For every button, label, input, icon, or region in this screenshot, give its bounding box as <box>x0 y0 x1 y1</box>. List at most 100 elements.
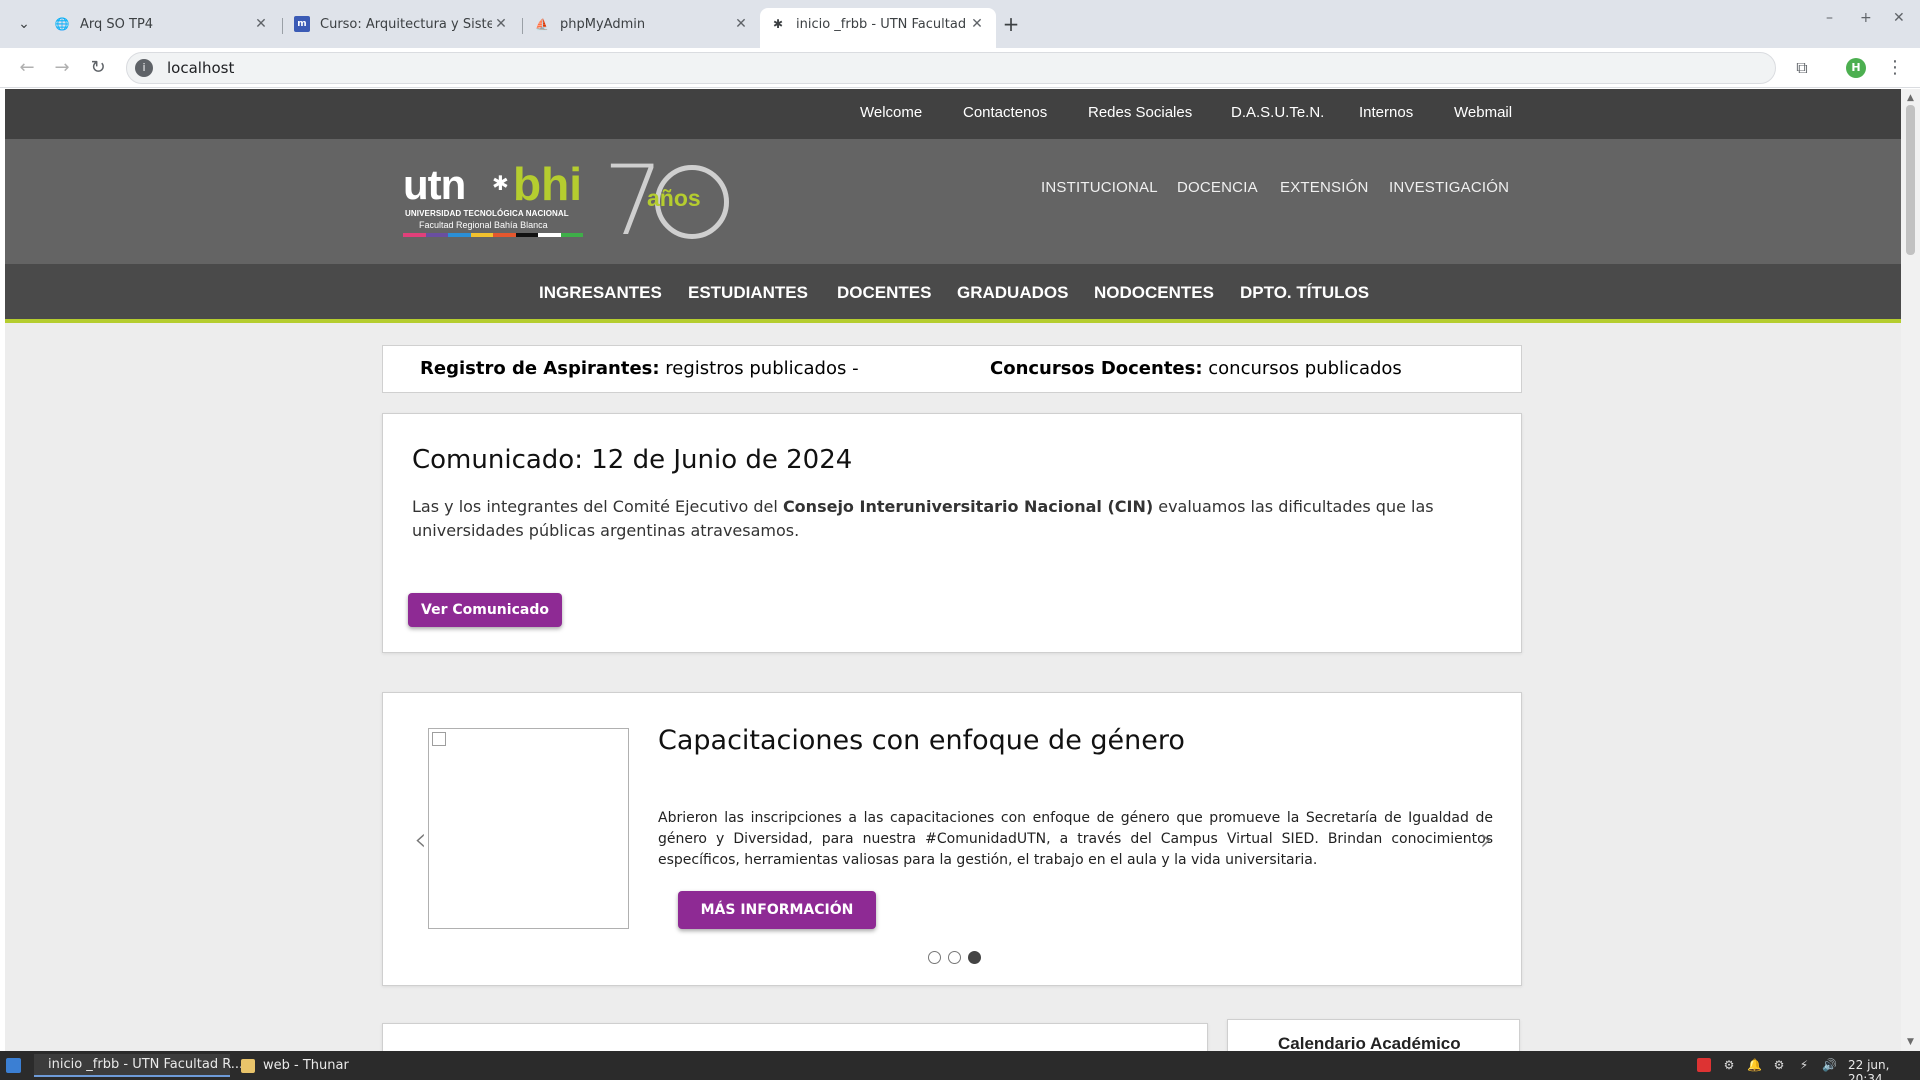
nav-graduados[interactable]: GRADUADOS <box>957 283 1068 303</box>
carousel-dot-1[interactable] <box>928 951 941 964</box>
close-icon[interactable]: ✕ <box>968 16 986 32</box>
close-window-icon[interactable]: ✕ <box>1893 10 1905 26</box>
nav-estudiantes[interactable]: ESTUDIANTES <box>688 283 808 303</box>
nav-redes-sociales[interactable]: Redes Sociales <box>1088 104 1192 121</box>
content-card <box>382 1023 1208 1051</box>
power-icon[interactable]: ⚡ <box>1797 1058 1811 1072</box>
site-header: utn ✱ bhi UNIVERSIDAD TECNOLÓGICA NACION… <box>5 139 1901 264</box>
carousel-next-icon[interactable]: › <box>1480 820 1493 858</box>
close-icon[interactable]: ✕ <box>492 16 510 32</box>
calendar-card-title: Calendario Académico <box>1278 1034 1461 1051</box>
folder-icon <box>241 1058 255 1073</box>
notification-bell-icon[interactable]: 🔔 <box>1747 1058 1762 1072</box>
top-navigation: Welcome Contactenos Redes Sociales D.A.S… <box>5 89 1901 139</box>
tab-divider <box>282 18 283 34</box>
logo-university-name: UNIVERSIDAD TECNOLÓGICA NACIONAL <box>405 209 569 218</box>
nav-institucional[interactable]: INSTITUCIONAL <box>1041 179 1158 196</box>
calendar-card: Calendario Académico <box>1227 1019 1520 1051</box>
nav-nodocentes[interactable]: NODOCENTES <box>1094 283 1214 303</box>
scroll-thumb[interactable] <box>1906 105 1915 255</box>
nav-dpto-titulos[interactable]: DPTO. TÍTULOS <box>1240 283 1369 303</box>
ver-comunicado-button[interactable]: Ver Comunicado <box>408 593 562 627</box>
logo-faculty-name: Facultad Regional Bahía Blanca <box>419 220 548 230</box>
record-icon[interactable] <box>1697 1058 1711 1072</box>
phpmyadmin-icon: ⛵ <box>535 17 549 31</box>
reload-icon[interactable]: ↻ <box>86 56 110 80</box>
carousel-dot-3[interactable] <box>968 951 981 964</box>
ticker-item-registro[interactable]: Registro de Aspirantes: registros public… <box>420 358 859 379</box>
nav-docentes[interactable]: DOCENTES <box>837 283 931 303</box>
comunicado-text-part: Las y los integrantes del Comité Ejecuti… <box>412 497 783 516</box>
tab-phpmyadmin[interactable]: ⛵ phpMyAdmin ✕ <box>524 8 760 40</box>
slide-image <box>428 728 629 929</box>
carousel-indicators <box>928 951 981 964</box>
scroll-up-icon[interactable]: ▲ <box>1905 93 1916 103</box>
tab-title: phpMyAdmin <box>560 16 646 32</box>
browser-tab-bar: ⌄ 🌐 Arq SO TP4 ✕ m Curso: Arquitectura y… <box>0 0 1920 48</box>
mas-informacion-button[interactable]: MÁS INFORMACIÓN <box>678 891 876 929</box>
globe-icon: 🌐 <box>54 17 70 31</box>
tab-curso[interactable]: m Curso: Arquitectura y Sistemas ✕ <box>284 8 520 40</box>
close-icon[interactable]: ✕ <box>252 16 270 32</box>
tab-title: Arq SO TP4 <box>80 16 154 32</box>
back-icon[interactable]: ← <box>15 56 39 80</box>
ticker-text: concursos publicados <box>1202 358 1402 379</box>
comunicado-card: Comunicado: 12 de Junio de 2024 Las y lo… <box>382 413 1522 653</box>
start-menu-icon[interactable] <box>6 1058 21 1073</box>
network-wired-icon[interactable]: ⚙ <box>1772 1058 1786 1072</box>
browser-toolbar: ← → ↻ i localhost ⧉ H ⋮ <box>0 48 1920 88</box>
os-taskbar: inicio _frbb - UTN Facultad R... web - T… <box>0 1051 1920 1080</box>
utn-star-icon: ✱ <box>492 173 509 195</box>
nav-investigacion[interactable]: INVESTIGACIÓN <box>1389 179 1509 196</box>
page-viewport: Welcome Contactenos Redes Sociales D.A.S… <box>5 89 1901 1051</box>
extensions-icon[interactable]: ⧉ <box>1792 58 1812 78</box>
profile-avatar[interactable]: H <box>1846 58 1866 78</box>
nav-dasuten[interactable]: D.A.S.U.Te.N. <box>1231 104 1324 121</box>
minimize-icon[interactable]: – <box>1826 10 1833 26</box>
maximize-icon[interactable]: + <box>1860 10 1872 26</box>
anniversary-word: años <box>647 185 701 211</box>
tab-title: Curso: Arquitectura y Sistemas <box>320 16 492 32</box>
tab-arq-so[interactable]: 🌐 Arq SO TP4 ✕ <box>44 8 280 40</box>
ticker-label: Registro de Aspirantes: <box>420 358 660 379</box>
nav-internos[interactable]: Internos <box>1359 104 1413 121</box>
new-tab-icon[interactable]: + <box>999 13 1023 37</box>
nav-ingresantes[interactable]: INGRESANTES <box>539 283 662 303</box>
taskbar-item-thunar[interactable]: web - Thunar <box>235 1054 355 1077</box>
nav-docencia[interactable]: DOCENCIA <box>1177 179 1258 196</box>
logo-utn-text: utn <box>403 161 466 208</box>
carousel-dot-2[interactable] <box>948 951 961 964</box>
carousel-prev-icon[interactable]: ‹ <box>414 820 427 858</box>
accent-divider <box>5 319 1901 323</box>
nav-webmail[interactable]: Webmail <box>1454 104 1512 121</box>
tab-inicio-frbb[interactable]: ✱ inicio _frbb - UTN Facultad Re ✕ <box>760 8 996 48</box>
taskbar-item-label: web - Thunar <box>263 1058 349 1073</box>
nav-extension[interactable]: EXTENSIÓN <box>1280 179 1368 196</box>
clock[interactable]: 22 jun, 20:34 <box>1848 1058 1920 1080</box>
taskbar-item-label: inicio _frbb - UTN Facultad R... <box>48 1057 244 1072</box>
logo-color-stripes <box>403 233 583 237</box>
ticker-text: registros publicados - <box>659 358 859 379</box>
site-info-icon[interactable]: i <box>135 59 153 77</box>
address-bar[interactable]: i localhost <box>126 52 1776 84</box>
page-scrollbar[interactable]: ▲ ▼ <box>1901 89 1920 1051</box>
main-navigation: INGRESANTES ESTUDIANTES DOCENTES GRADUAD… <box>5 264 1901 319</box>
broken-image-icon <box>432 732 446 746</box>
nav-contactenos[interactable]: Contactenos <box>963 104 1047 121</box>
volume-icon[interactable]: 🔊 <box>1822 1058 1837 1072</box>
news-ticker: Registro de Aspirantes: registros public… <box>382 345 1522 393</box>
network-icon[interactable]: ⚙ <box>1722 1058 1736 1072</box>
menu-icon[interactable]: ⋮ <box>1886 56 1904 80</box>
scroll-down-icon[interactable]: ▼ <box>1905 1037 1916 1047</box>
url-text[interactable]: localhost <box>167 59 234 77</box>
comunicado-title: Comunicado: 12 de Junio de 2024 <box>412 445 853 475</box>
tab-divider <box>522 18 523 34</box>
tab-title: inicio _frbb - UTN Facultad Re <box>796 16 968 32</box>
nav-welcome[interactable]: Welcome <box>860 104 922 121</box>
close-icon[interactable]: ✕ <box>732 16 750 32</box>
tab-search-icon[interactable]: ⌄ <box>12 12 36 36</box>
ticker-item-concursos[interactable]: Concursos Docentes: concursos publicados <box>990 358 1402 379</box>
forward-icon[interactable]: → <box>50 56 74 80</box>
ticker-label: Concursos Docentes: <box>990 358 1203 379</box>
taskbar-item-browser[interactable]: inicio _frbb - UTN Facultad R... <box>34 1054 243 1077</box>
